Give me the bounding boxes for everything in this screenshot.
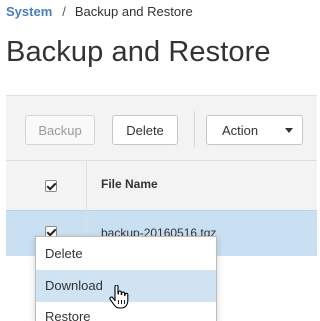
menu-item-delete[interactable]: Delete <box>36 238 216 270</box>
breadcrumb-separator: / <box>62 4 66 19</box>
page-title: Backup and Restore <box>6 36 271 68</box>
hand-pointer-icon <box>109 285 129 309</box>
toolbar-divider <box>194 111 195 147</box>
caret-down-icon <box>285 128 293 133</box>
action-dropdown[interactable]: Action <box>206 115 303 145</box>
breadcrumb-current: Backup and Restore <box>74 4 193 19</box>
breadcrumb: System / Backup and Restore <box>6 4 193 20</box>
backup-button[interactable]: Backup <box>25 115 95 145</box>
file-name-column-header[interactable]: File Name <box>101 177 158 191</box>
delete-button[interactable]: Delete <box>112 115 178 145</box>
action-dropdown-label: Action <box>222 122 259 138</box>
select-all-checkbox[interactable] <box>45 180 57 192</box>
breadcrumb-system-link[interactable]: System <box>6 4 52 19</box>
